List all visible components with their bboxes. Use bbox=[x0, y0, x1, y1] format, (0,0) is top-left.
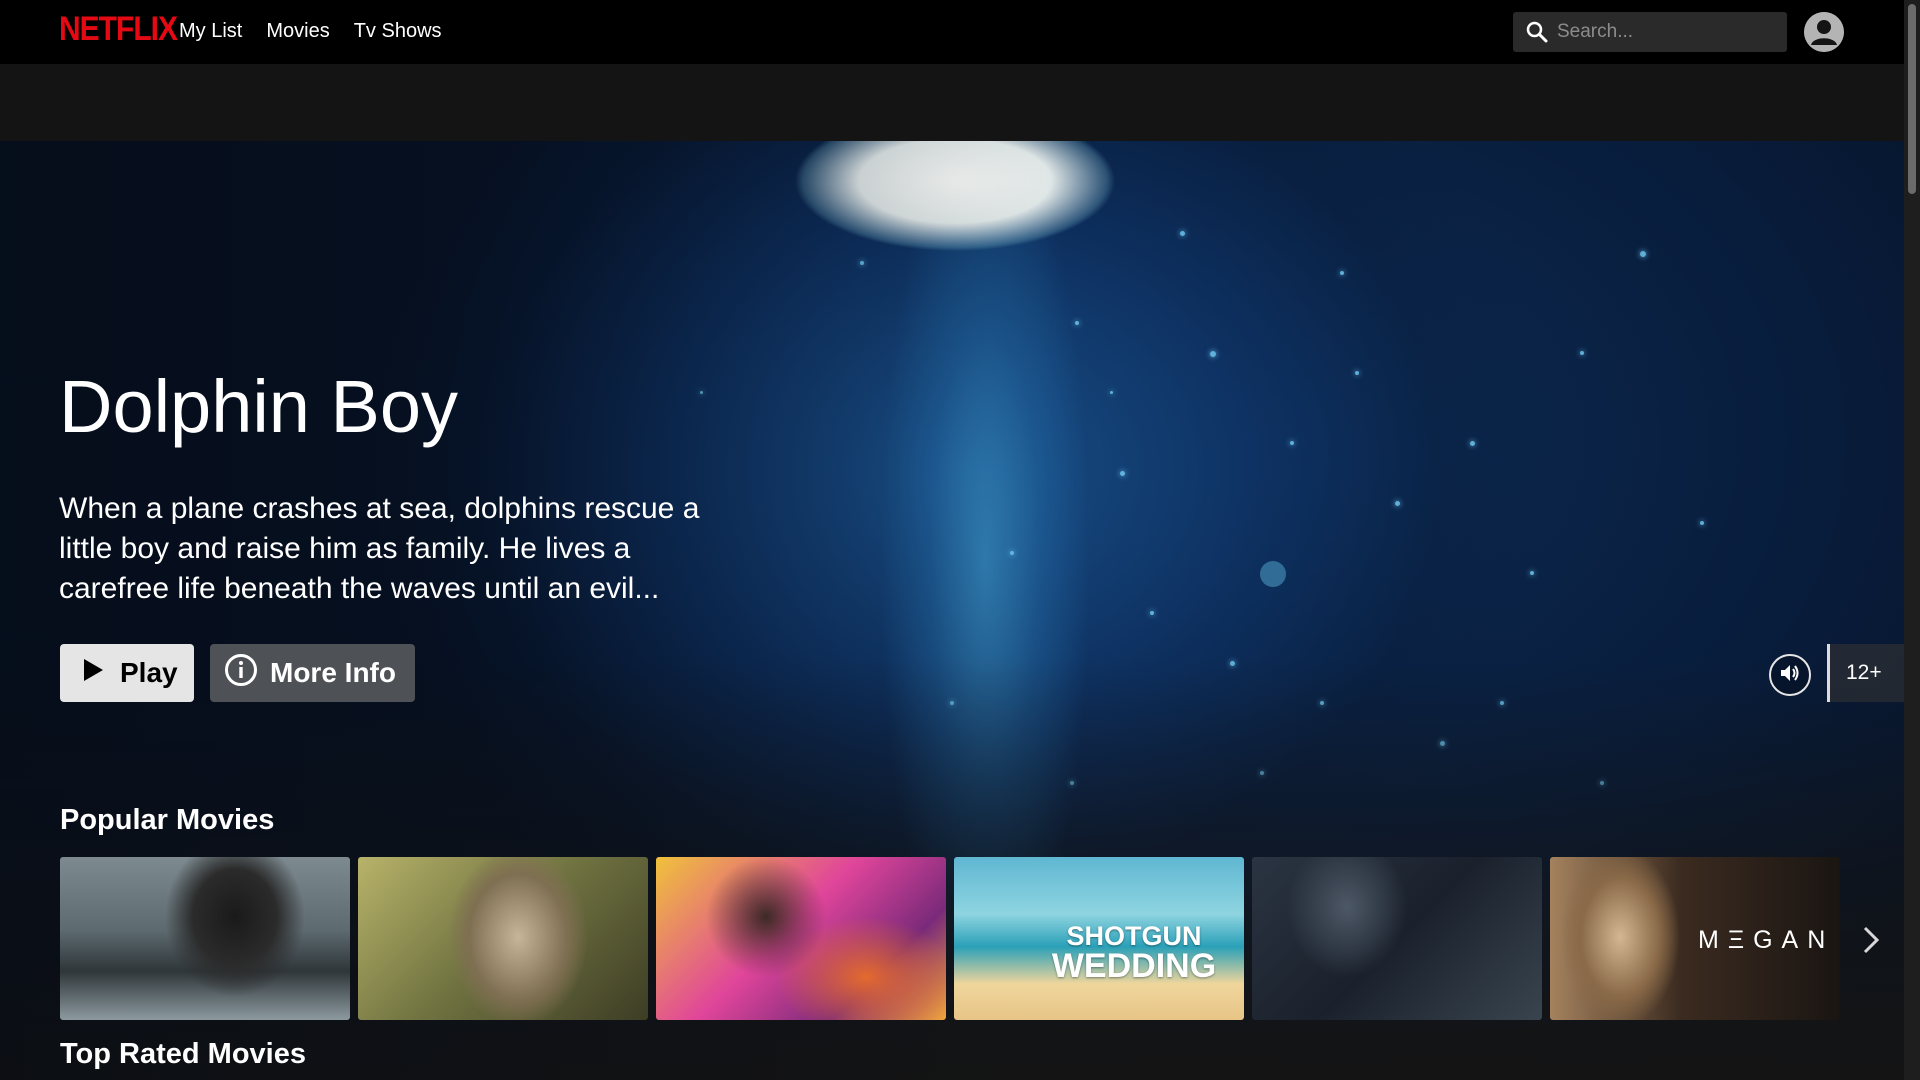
nav-link-movies[interactable]: Movies bbox=[266, 20, 329, 43]
row-title-popular-movies: Popular Movies bbox=[60, 804, 275, 836]
volume-icon bbox=[1779, 662, 1801, 689]
movie-tile[interactable] bbox=[656, 857, 946, 1020]
user-avatar-icon[interactable] bbox=[1804, 12, 1844, 52]
more-info-button[interactable]: More Info bbox=[210, 644, 415, 702]
nav-links: My List Movies Tv Shows bbox=[179, 20, 442, 43]
hero-title: Dolphin Boy bbox=[59, 365, 459, 448]
movie-tile[interactable]: SHOTGUN WEDDING bbox=[954, 857, 1244, 1020]
play-button[interactable]: Play bbox=[60, 644, 194, 702]
info-icon bbox=[224, 653, 258, 694]
nav-link-tv-shows[interactable]: Tv Shows bbox=[354, 20, 442, 43]
search-icon[interactable] bbox=[1517, 12, 1557, 52]
search-box[interactable] bbox=[1513, 12, 1787, 52]
hero-description: When a plane crashes at sea, dolphins re… bbox=[59, 492, 700, 605]
movie-tile[interactable] bbox=[358, 857, 648, 1020]
top-navbar: NETFLIX My List Movies Tv Shows bbox=[0, 0, 1904, 64]
scrollbar-thumb[interactable] bbox=[1908, 4, 1916, 194]
chevron-right-icon[interactable] bbox=[1853, 920, 1889, 960]
search-input[interactable] bbox=[1557, 21, 1777, 43]
popular-movies-row: SHOTGUN WEDDING MΞGAN bbox=[60, 857, 1840, 1020]
row-title-top-rated-movies: Top Rated Movies bbox=[60, 1038, 306, 1070]
movie-tile[interactable] bbox=[1252, 857, 1542, 1020]
volume-button[interactable] bbox=[1769, 654, 1811, 696]
netflix-logo[interactable]: NETFLIX bbox=[59, 10, 178, 49]
page-scrollbar[interactable] bbox=[1904, 0, 1920, 1080]
movie-tile-title: SHOTGUN WEDDING bbox=[1051, 921, 1217, 985]
play-button-label: Play bbox=[120, 657, 178, 688]
page: NETFLIX My List Movies Tv Shows Search..… bbox=[0, 0, 1920, 1080]
nav-link-my-list[interactable]: My List bbox=[179, 20, 242, 43]
movie-tile-title: MΞGAN bbox=[1698, 926, 1835, 954]
movie-tile[interactable] bbox=[60, 857, 350, 1020]
movie-tile[interactable]: MΞGAN bbox=[1550, 857, 1840, 1020]
more-info-button-label: More Info bbox=[270, 657, 396, 688]
maturity-rating-badge: 12+ bbox=[1827, 644, 1904, 702]
play-icon bbox=[82, 657, 104, 689]
